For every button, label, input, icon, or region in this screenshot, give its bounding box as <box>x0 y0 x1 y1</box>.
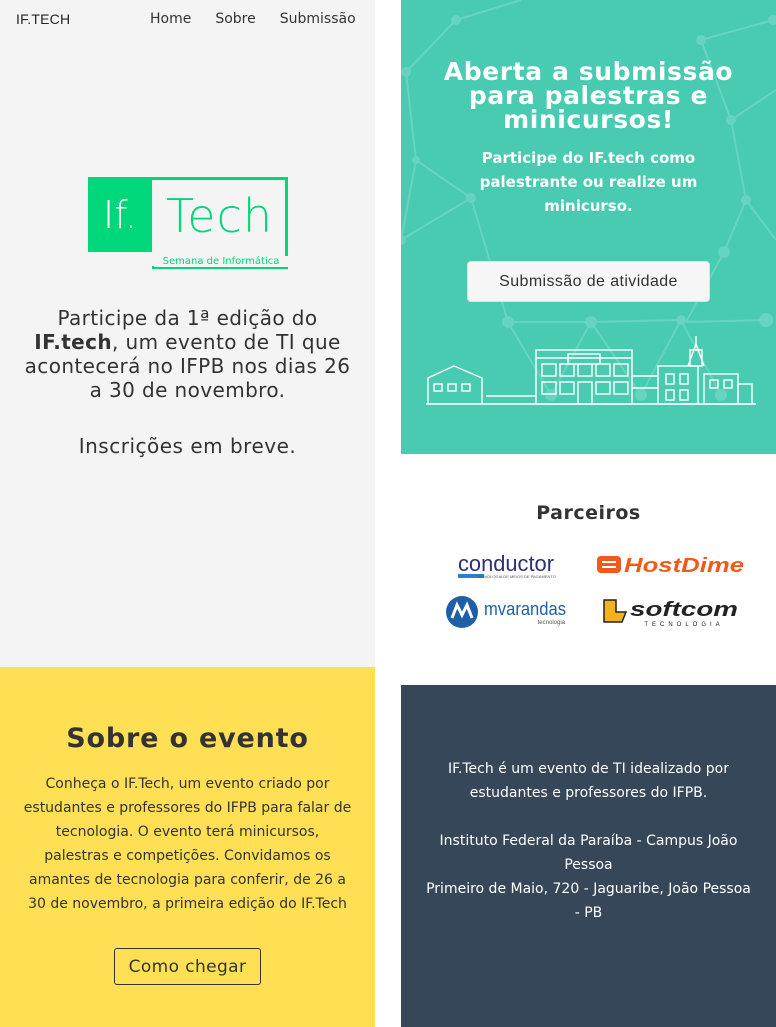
hero-title: Aberta a submissão para palestras e mini… <box>443 57 734 134</box>
partner-logo-softcom[interactable]: softcom TECNOLOGIA <box>602 596 740 628</box>
sobre-section: Sobre o evento Conheça o IF.Tech, um eve… <box>0 667 375 1027</box>
nav-link-home[interactable]: Home <box>150 11 191 27</box>
logo-subtitle: Semana de Informática <box>154 256 288 267</box>
sobre-text: Conheça o IF.Tech, um evento criado por … <box>23 776 352 912</box>
softcom-logo-icon: softcom TECNOLOGIA <box>603 599 738 628</box>
intro-text: Participe da 1ª edição do IF.tech, um eve… <box>20 306 355 402</box>
navbar: IF.TECH Home Sobre Submissão <box>0 0 375 40</box>
nav-link-submissao[interactable]: Submissão <box>280 11 356 27</box>
info-institution: Instituto Federal da Paraíba - Campus Jo… <box>439 833 738 873</box>
como-chegar-button[interactable]: Como chegar <box>114 948 261 985</box>
partner-logo-hostdime[interactable]: HostDime <box>596 552 748 578</box>
submission-hero: Aberta a submissão para palestras e mini… <box>401 0 776 454</box>
conductor-tagline: TECNOLOGIA DE MEIOS DE PAGAMENTO <box>476 574 556 579</box>
conductor-logo-icon: conductor TECNOLOGIA DE MEIOS DE PAGAMEN… <box>458 551 556 579</box>
hostdime-wordmark: HostDime <box>624 555 744 577</box>
inscricoes-text: Inscrições em breve. <box>78 434 297 458</box>
partner-logo-mvarandas[interactable]: mvarandas tecnologia <box>444 593 568 631</box>
softcom-tagline: TECNOLOGIA <box>644 622 723 628</box>
nav-link-sobre[interactable]: Sobre <box>215 11 255 27</box>
logo-tech-text: Tech <box>166 189 274 243</box>
intro-line1: Participe da 1ª edição do <box>57 306 318 330</box>
mvarandas-wordmark: mvarandas <box>484 599 566 619</box>
hero-subtitle: Participe do IF.tech como palestrante ou… <box>479 149 698 215</box>
conductor-wordmark: conductor <box>458 551 554 576</box>
mvarandas-logo-icon: mvarandas tecnologia <box>446 596 566 628</box>
mvarandas-tagline: tecnologia <box>538 620 566 626</box>
intro-event-name: IF.tech <box>34 330 113 354</box>
parceiros-title: Parceiros <box>536 502 641 524</box>
logo-if-block: If. <box>88 177 152 252</box>
intro-section: IF.TECH Home Sobre Submissão If. Tech Se… <box>0 0 375 667</box>
info-address: Primeiro de Maio, 720 - Jaguaribe, João … <box>426 881 751 921</box>
partner-logo-conductor[interactable]: conductor TECNOLOGIA DE MEIOS DE PAGAMEN… <box>456 549 556 583</box>
softcom-wordmark: softcom <box>630 599 738 621</box>
iftech-logo: If. Tech Semana de Informática <box>88 177 288 272</box>
submissao-atividade-button[interactable]: Submissão de atividade <box>467 261 710 302</box>
brand-link[interactable]: IF.TECH <box>16 11 70 27</box>
info-footer: IF.Tech é um evento de TI idealizado por… <box>401 685 776 1027</box>
nav-links: Home Sobre Submissão <box>150 11 356 27</box>
hostdime-logo-icon: HostDime <box>597 555 744 577</box>
sobre-title: Sobre o evento <box>66 723 309 754</box>
info-about: IF.Tech é um evento de TI idealizado por… <box>448 761 729 801</box>
campus-building-illustration <box>426 336 756 405</box>
